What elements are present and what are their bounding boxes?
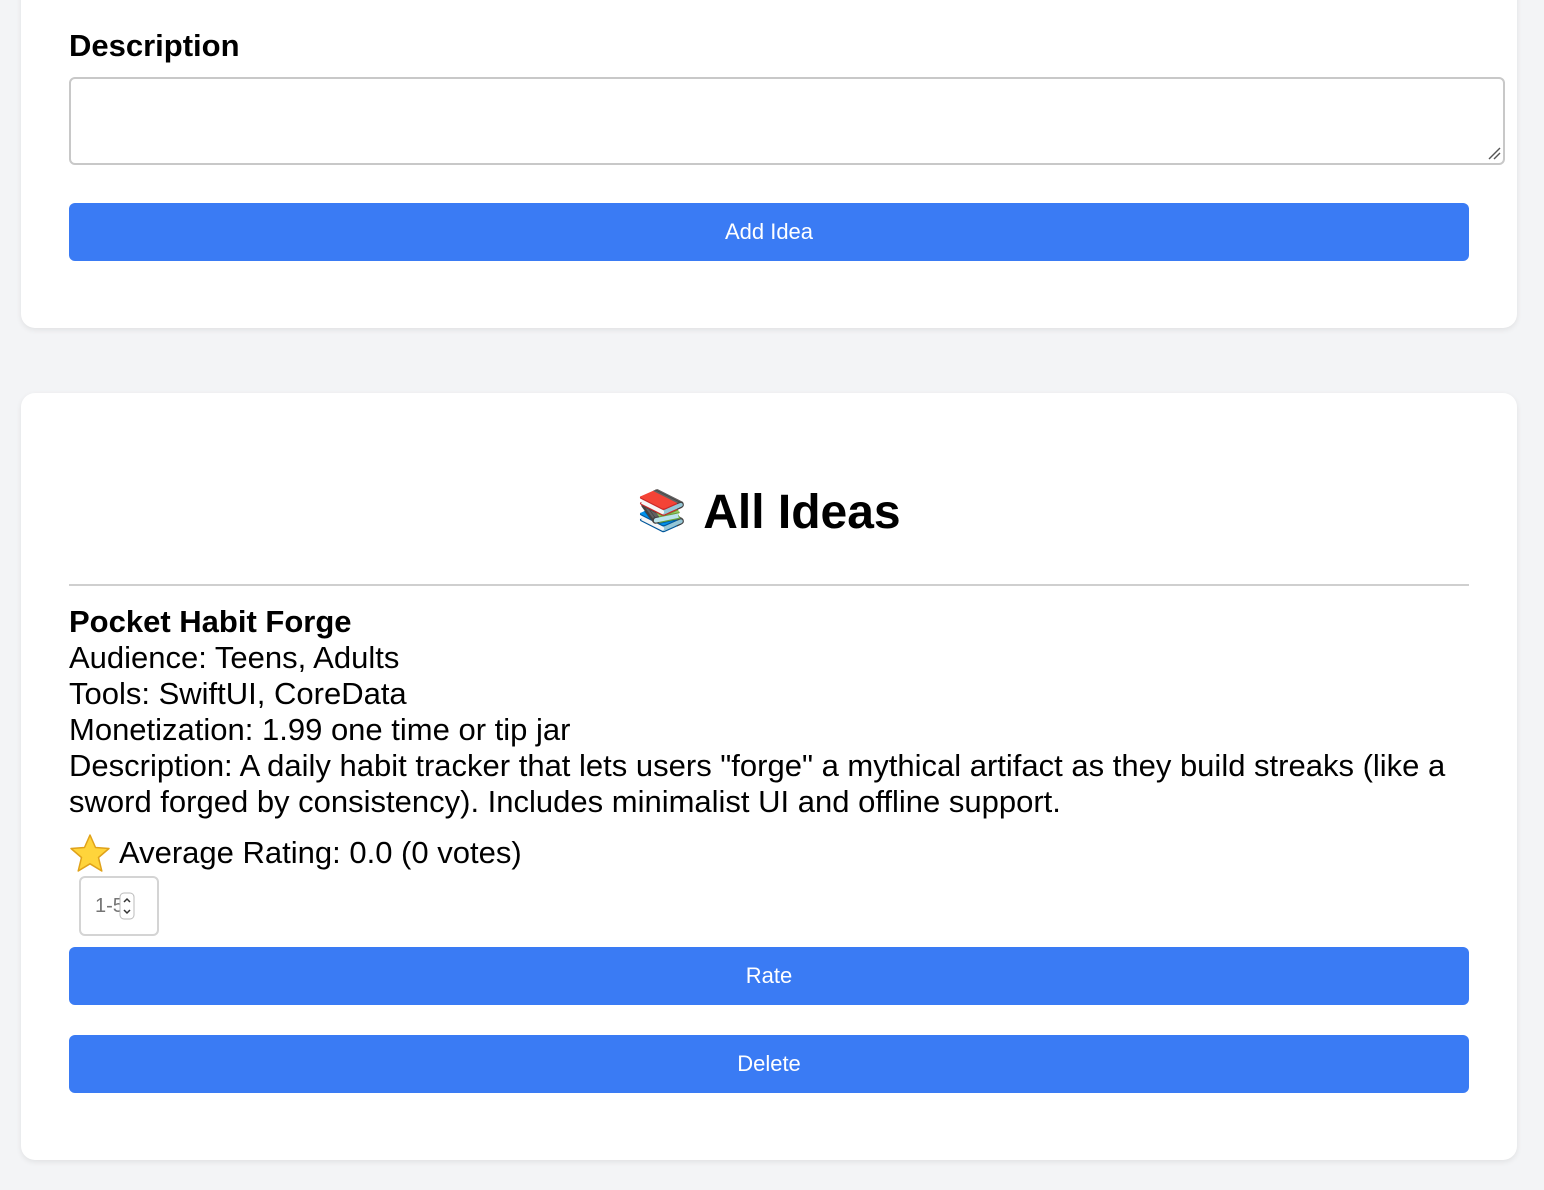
idea-description: Description: A daily habit tracker that … (69, 748, 1446, 819)
idea-tools: Tools: SwiftUI, CoreData (69, 676, 407, 711)
description-label: Description (69, 28, 240, 63)
all-ideas-card: 📚 All Ideas Pocket Habit Forge Audience: … (21, 393, 1517, 1160)
description-textarea[interactable] (69, 77, 1505, 165)
average-rating: Average Rating: 0.0 (0 votes) (69, 833, 522, 873)
divider (69, 584, 1469, 586)
add-idea-card: Description Add Idea (21, 0, 1517, 328)
resize-grip-icon[interactable] (1487, 146, 1501, 160)
idea-monetization: Monetization: 1.99 one time or tip jar (69, 712, 571, 747)
average-rating-text: Average Rating: 0.0 (0 votes) (119, 835, 522, 870)
rating-input-field[interactable] (79, 876, 159, 936)
delete-button[interactable]: Delete (69, 1035, 1469, 1093)
star-icon (70, 834, 110, 872)
stepper-arrows-icon[interactable] (119, 892, 135, 920)
rate-button[interactable]: Rate (69, 947, 1469, 1005)
section-title: 📚 All Ideas (21, 479, 1517, 545)
rating-input[interactable] (95, 892, 121, 920)
idea-item: Pocket Habit Forge Audience: Teens, Adul… (69, 604, 1479, 820)
books-icon: 📚 (637, 489, 688, 533)
add-idea-button[interactable]: Add Idea (69, 203, 1469, 261)
idea-audience: Audience: Teens, Adults (69, 640, 400, 675)
section-title-text: All Ideas (703, 486, 901, 539)
idea-title: Pocket Habit Forge (69, 604, 352, 639)
